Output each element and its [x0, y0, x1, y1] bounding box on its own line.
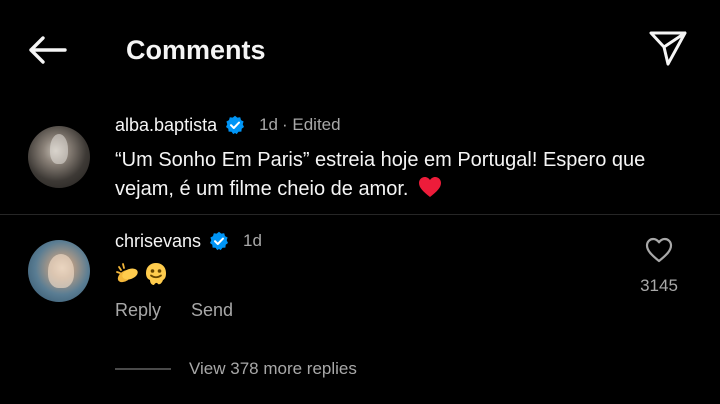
- username[interactable]: alba.baptista: [115, 115, 217, 136]
- reply-button[interactable]: Reply: [115, 300, 161, 321]
- edited-label: · Edited: [282, 115, 341, 134]
- melting-face-icon: [143, 261, 169, 292]
- send-button[interactable]: Send: [191, 300, 233, 321]
- share-button[interactable]: [646, 28, 690, 68]
- avatar-photo: [48, 254, 74, 288]
- avatar[interactable]: [28, 126, 90, 188]
- verified-badge-icon: [225, 115, 245, 135]
- reply-thread-line: [115, 368, 171, 370]
- comment-text: “Um Sonho Em Paris” estreia hoje em Port…: [115, 146, 655, 207]
- red-heart-icon: [418, 176, 442, 207]
- caption-comment: alba.baptista 1d · Edited “Um Sonho Em P…: [0, 108, 720, 214]
- caption-text: “Um Sonho Em Paris” estreia hoje em Port…: [115, 149, 646, 200]
- comment-meta: alba.baptista 1d · Edited: [115, 112, 341, 138]
- divider: [0, 214, 720, 215]
- comment-time: 1d: [259, 115, 278, 134]
- like-section: 3145: [634, 234, 684, 296]
- heart-outline-icon: [645, 237, 673, 263]
- like-button[interactable]: [643, 234, 675, 266]
- comment-time: 1d: [243, 231, 262, 250]
- avatar-photo: [50, 134, 68, 164]
- comment-actions: Reply Send: [115, 300, 233, 321]
- back-button[interactable]: [24, 30, 70, 70]
- paper-plane-icon: [649, 31, 687, 66]
- verified-badge-icon: [209, 231, 229, 251]
- page-title: Comments: [126, 35, 266, 65]
- comment-meta: chrisevans 1d: [115, 228, 262, 254]
- view-more-replies-button[interactable]: View 378 more replies: [115, 356, 357, 382]
- avatar[interactable]: [28, 240, 90, 302]
- arrow-left-icon: [29, 36, 67, 64]
- comment-text: [115, 262, 169, 290]
- clapping-hands-icon: [115, 261, 141, 292]
- comments-header: Comments: [0, 0, 720, 100]
- like-count: 3145: [640, 276, 678, 295]
- view-replies-label: View 378 more replies: [189, 359, 357, 378]
- username[interactable]: chrisevans: [115, 231, 201, 252]
- reply-comment: chrisevans 1d Reply Send 3145: [0, 226, 720, 336]
